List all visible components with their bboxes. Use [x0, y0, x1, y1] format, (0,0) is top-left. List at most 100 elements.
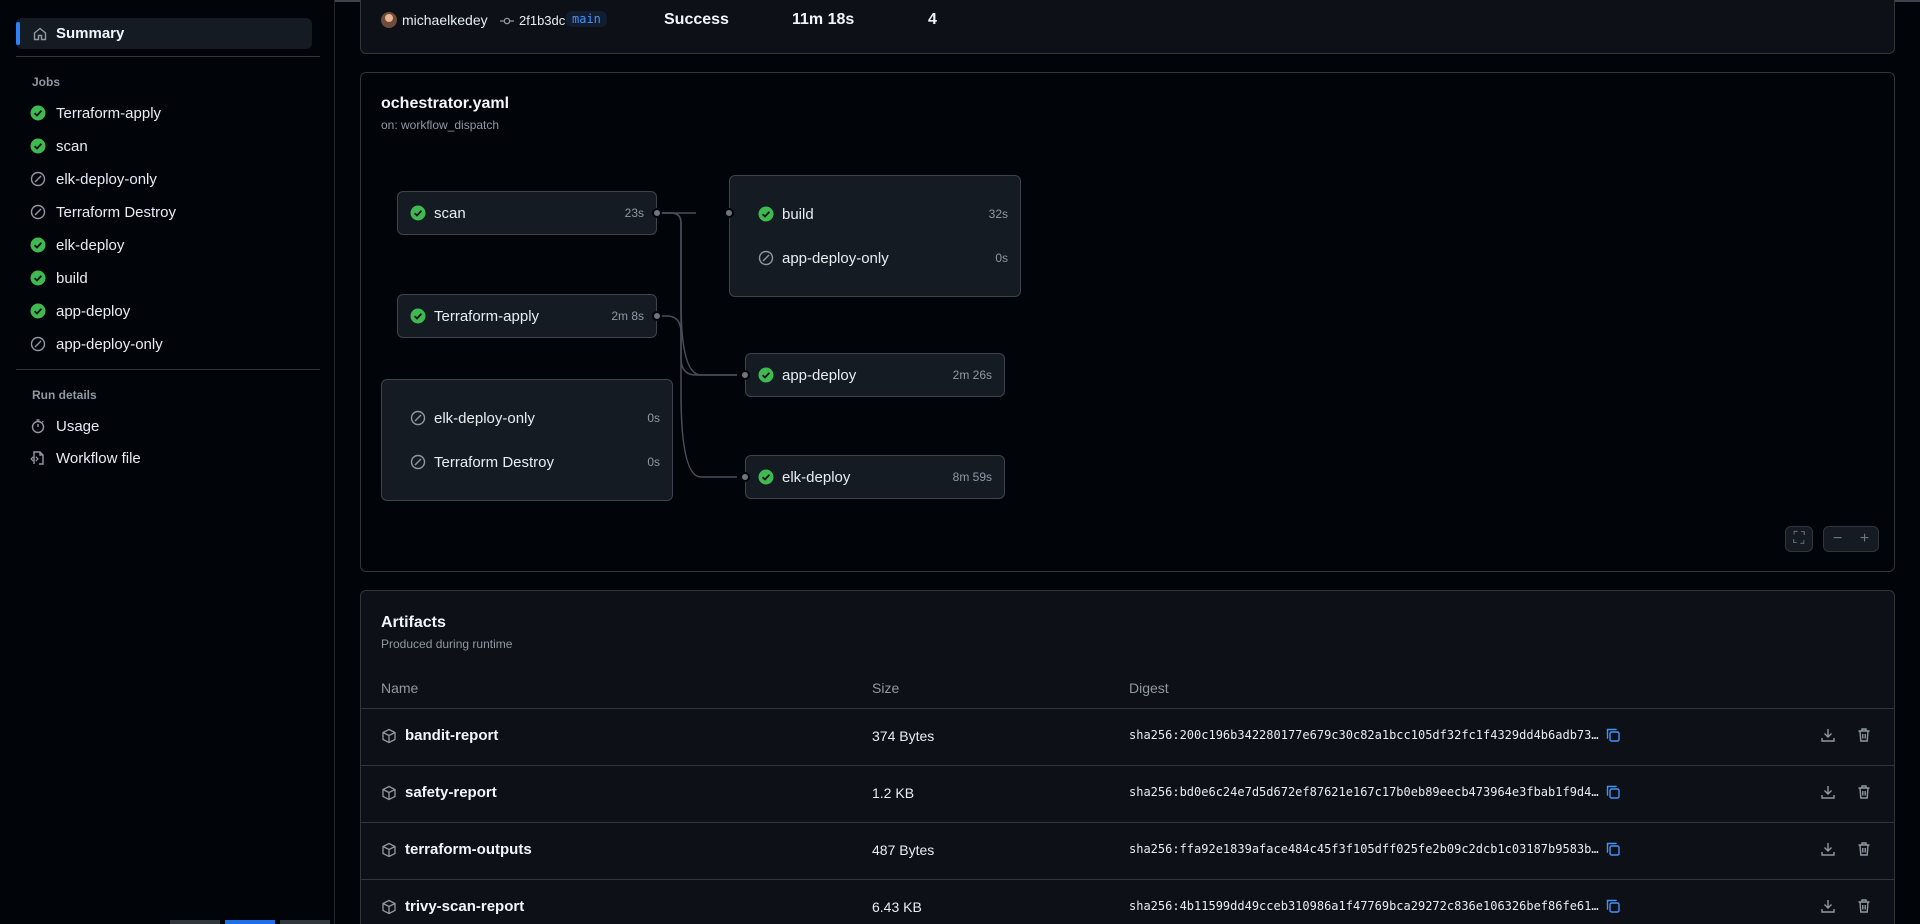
fullscreen-button[interactable]: ⛶: [1785, 526, 1813, 552]
job-name: app-deploy: [782, 366, 857, 384]
download-icon[interactable]: [1820, 841, 1836, 860]
zoom-in-button[interactable]: +: [1860, 530, 1869, 548]
sidebar-job-elk-deploy[interactable]: elk-deploy: [30, 231, 320, 259]
sidebar-job-app-deploy[interactable]: app-deploy: [30, 297, 320, 325]
zoom-out-button[interactable]: −: [1833, 530, 1842, 548]
connector-dot: [740, 472, 750, 482]
graph-job-terraform-apply[interactable]: Terraform-apply 2m 8s: [397, 294, 657, 338]
connector-dot: [740, 370, 750, 380]
artifact-name-label: trivy-scan-report: [405, 898, 525, 915]
sidebar-job-label: app-deploy-only: [56, 335, 163, 353]
copy-icon[interactable]: [1605, 784, 1621, 803]
sidebar-item-workflow-file[interactable]: Workflow file: [30, 444, 320, 472]
graph-job-app-deploy[interactable]: app-deploy 2m 26s: [745, 353, 1005, 397]
skip-icon: [758, 250, 774, 266]
graph-job-terraform-destroy[interactable]: Terraform Destroy 0s: [382, 440, 672, 484]
divider: [16, 56, 320, 57]
sidebar-item-label: Workflow file: [56, 449, 141, 467]
horizontal-scrollbar[interactable]: [170, 920, 370, 924]
artifact-name-label: safety-report: [405, 784, 497, 801]
connector-dot: [652, 208, 662, 218]
package-icon: [382, 728, 396, 743]
job-name: Terraform Destroy: [434, 453, 555, 471]
graph-job-group-skipped: elk-deploy-only 0s Terraform Destroy 0s: [381, 379, 673, 501]
check-circle-icon: [410, 205, 426, 221]
download-icon[interactable]: [1820, 784, 1836, 803]
job-duration: 2m 26s: [952, 368, 992, 382]
download-icon[interactable]: [1820, 727, 1836, 746]
trash-icon[interactable]: [1856, 841, 1872, 860]
job-name: Terraform-apply: [434, 307, 540, 325]
job-duration: 2m 8s: [611, 309, 644, 323]
download-icon[interactable]: [1820, 898, 1836, 917]
trash-icon[interactable]: [1856, 898, 1872, 917]
job-duration: 0s: [647, 411, 660, 425]
run-summary-panel: [360, 0, 1895, 54]
sidebar: Summary Jobs Terraform-apply scan elk-de…: [0, 0, 335, 924]
artifact-row: trivy-scan-report 6.43 KB sha256:4b11599…: [361, 880, 1894, 924]
sidebar-job-label: app-deploy: [56, 302, 131, 320]
artifact-digest: sha256:4b11599dd49cceb310986a1f47769bca2…: [1129, 899, 1599, 913]
sidebar-item-usage[interactable]: Usage: [30, 412, 320, 440]
sidebar-job-build[interactable]: build: [30, 264, 320, 292]
jobs-heading: Jobs: [32, 75, 61, 89]
artifact-name[interactable]: safety-report: [381, 784, 497, 801]
artifact-size: 487 Bytes: [872, 842, 935, 858]
sidebar-job-app-deploy-only[interactable]: app-deploy-only: [30, 330, 320, 358]
commit-sha: 2f1b3dc: [519, 13, 566, 28]
copy-icon[interactable]: [1605, 898, 1621, 917]
column-size: Size: [872, 680, 900, 696]
check-circle-icon: [410, 308, 426, 324]
column-name: Name: [381, 680, 419, 696]
sidebar-job-elk-deploy-only[interactable]: elk-deploy-only: [30, 165, 320, 193]
workflow-file-name: ochestrator.yaml: [381, 95, 510, 112]
connector-dot: [724, 208, 734, 218]
artifact-name[interactable]: terraform-outputs: [381, 841, 532, 858]
column-digest: Digest: [1129, 680, 1169, 696]
skip-icon: [30, 336, 46, 352]
graph-job-elk-deploy[interactable]: elk-deploy 8m 59s: [745, 455, 1005, 499]
sidebar-job-terraform-apply[interactable]: Terraform-apply: [30, 99, 320, 127]
artifact-name-label: bandit-report: [405, 727, 499, 744]
artifact-size: 374 Bytes: [872, 728, 935, 744]
graph-job-elk-deploy-only[interactable]: elk-deploy-only 0s: [382, 396, 672, 440]
run-commit[interactable]: 2f1b3dc: [500, 13, 565, 28]
skip-icon: [30, 171, 46, 187]
fullscreen-icon: ⛶: [1793, 530, 1805, 547]
sidebar-job-label: elk-deploy: [56, 236, 125, 254]
commit-icon: [500, 17, 514, 24]
job-name: scan: [434, 204, 466, 222]
scroll-thumb[interactable]: [225, 920, 275, 924]
check-circle-icon: [758, 469, 774, 485]
graph-job-app-deploy-only[interactable]: app-deploy-only 0s: [730, 236, 1020, 280]
check-circle-icon: [30, 270, 46, 286]
divider: [16, 369, 320, 370]
sidebar-job-label: Terraform-apply: [56, 104, 162, 122]
avatar: [381, 12, 397, 28]
sidebar-job-label: build: [56, 269, 88, 287]
active-indicator: [16, 22, 20, 45]
sidebar-job-terraform-destroy[interactable]: Terraform Destroy: [30, 198, 320, 226]
artifact-row: terraform-outputs 487 Bytes sha256:ffa92…: [361, 823, 1894, 880]
trash-icon[interactable]: [1856, 784, 1872, 803]
artifact-name[interactable]: trivy-scan-report: [381, 898, 524, 915]
copy-icon[interactable]: [1605, 727, 1621, 746]
trash-icon[interactable]: [1856, 727, 1872, 746]
check-circle-icon: [758, 206, 774, 222]
sidebar-item-summary[interactable]: Summary: [16, 18, 312, 49]
graph-job-scan[interactable]: scan 23s: [397, 191, 657, 235]
copy-icon[interactable]: [1605, 841, 1621, 860]
artifact-size: 6.43 KB: [872, 899, 922, 915]
job-name: elk-deploy-only: [434, 409, 535, 427]
job-name: app-deploy-only: [782, 249, 889, 267]
graph-job-build[interactable]: build 32s: [730, 192, 1020, 236]
sidebar-job-scan[interactable]: scan: [30, 132, 320, 160]
branch-label[interactable]: main: [566, 11, 607, 27]
artifact-size: 1.2 KB: [872, 785, 915, 801]
job-duration: 0s: [647, 455, 660, 469]
workflow-graph-panel: ochestrator.yaml on: workflow_dispatch s…: [360, 72, 1895, 572]
run-actor[interactable]: michaelkedey: [381, 12, 488, 28]
artifact-row: bandit-report 374 Bytes sha256:200c196b3…: [361, 709, 1894, 766]
artifact-name[interactable]: bandit-report: [381, 727, 498, 744]
check-circle-icon: [758, 367, 774, 383]
